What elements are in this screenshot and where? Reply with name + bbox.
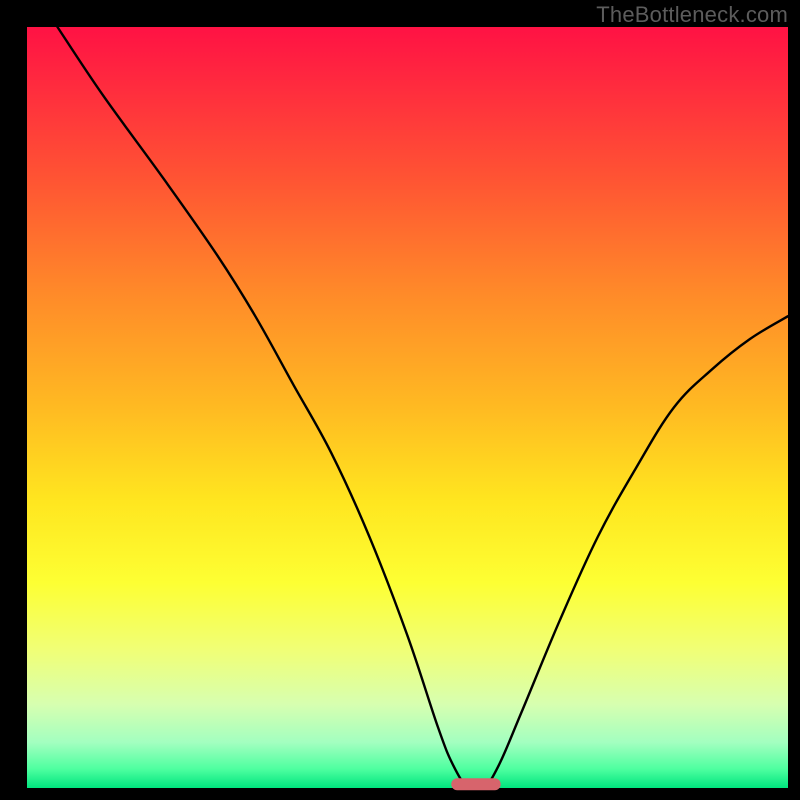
watermark-text: TheBottleneck.com [596,2,788,28]
bottleneck-chart [0,0,800,800]
optimum-marker [451,778,500,790]
chart-container: TheBottleneck.com [0,0,800,800]
